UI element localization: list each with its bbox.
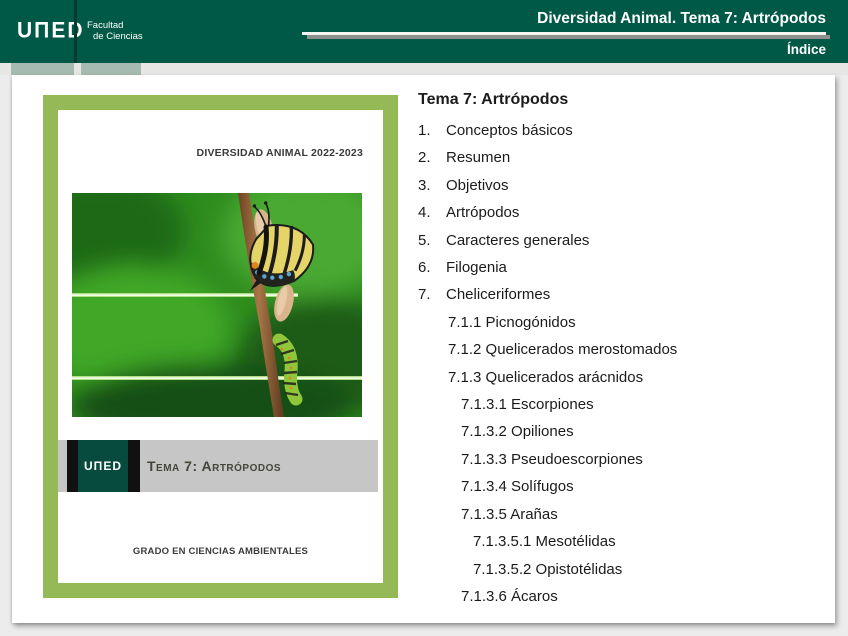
page-label: Índice bbox=[786, 42, 826, 57]
uned-logo-text: UΠED bbox=[83, 459, 122, 473]
toc-item-label: 7.1.2 Quelicerados merostomados bbox=[448, 341, 678, 359]
accent-strip bbox=[0, 63, 848, 75]
cover-title: DIVERSIDAD ANIMAL 2022-2023 bbox=[196, 147, 363, 159]
toc-item-label: 7.1.1 Picnogónidos bbox=[448, 313, 576, 331]
toc-item-number: 5. bbox=[418, 231, 431, 249]
toc-item-label: Objetivos bbox=[446, 176, 509, 194]
toc-item-number: 1. bbox=[418, 122, 431, 139]
header-bar: UΠED Facultad de Ciencias Diversidad Ani… bbox=[0, 0, 848, 63]
toc-item-number: 2. bbox=[418, 149, 431, 167]
toc-item-label: 7.1.3.5.1 Mesotélidas bbox=[473, 533, 616, 551]
cover-thumbnail: DIVERSIDAD ANIMAL 2022-2023 UΠED Tema 7:… bbox=[43, 95, 398, 598]
toc-item-label: 7.1.3.4 Solífugos bbox=[461, 478, 574, 496]
toc-item-label: 7.1.3.3 Pseudoescorpiones bbox=[461, 450, 643, 468]
slide-viewer-page: UΠED Facultad de Ciencias Diversidad Ani… bbox=[0, 0, 848, 636]
toc-item: 7. Cheliceriformes bbox=[418, 281, 823, 308]
toc-item-label: 7.1.3.5.2 Opistotélidas bbox=[473, 560, 623, 578]
header-separator bbox=[74, 0, 77, 63]
toc-list: 1. Conceptos básicos 2. Resumen 3. Objetivos 4… bbox=[418, 117, 823, 610]
toc-item: 6. Filogenia bbox=[418, 254, 823, 281]
toc-item-label: Filogenia bbox=[446, 259, 507, 277]
toc-item: 2. Resumen bbox=[418, 144, 823, 171]
butterfly-photo bbox=[72, 193, 362, 417]
toc-item: 7.1.2 Quelicerados merostomados bbox=[418, 336, 823, 363]
faculty-name: Facultad de Ciencias bbox=[87, 20, 143, 42]
course-title: Diversidad Animal. Tema 7: Artrópodos bbox=[537, 10, 826, 27]
toc-item-number: 4. bbox=[418, 204, 431, 222]
toc-item: 7.1.3.2 Opiliones bbox=[418, 418, 823, 445]
accent-strip-segment bbox=[81, 63, 141, 75]
slide-canvas: DIVERSIDAD ANIMAL 2022-2023 UΠED Tema 7:… bbox=[12, 75, 835, 623]
toc-item-label: 7.1.3.5 Arañas bbox=[461, 505, 558, 523]
toc-item: 7.1.3.1 Escorpiones bbox=[418, 391, 823, 418]
toc-item-number: 3. bbox=[418, 176, 431, 194]
cover-band: UΠED Tema 7: Artrópodos bbox=[58, 440, 378, 492]
toc-item-label: 7.1.3.1 Escorpiones bbox=[461, 396, 594, 414]
toc-item: 1. Conceptos básicos bbox=[418, 117, 823, 144]
toc-item: 7.1.3.6 Ácaros bbox=[418, 583, 823, 610]
toc-item-label: Caracteres generales bbox=[446, 231, 590, 249]
toc-item: 7.1.1 Picnogónidos bbox=[418, 309, 823, 336]
toc-item: 7.1.3 Quelicerados arácnidos bbox=[418, 364, 823, 391]
toc-item-number: 6. bbox=[418, 259, 431, 277]
toc-item: 7.1.3.3 Pseudoescorpiones bbox=[418, 446, 823, 473]
toc-item-label: Conceptos básicos bbox=[446, 122, 573, 139]
toc-item: 7.1.3.4 Solífugos bbox=[418, 473, 823, 500]
toc-item: 7.1.3.5.1 Mesotélidas bbox=[418, 528, 823, 555]
toc-item-label: 7.1.3 Quelicerados arácnidos bbox=[448, 368, 644, 386]
divider-line-gray bbox=[307, 35, 830, 39]
accent-strip-segment bbox=[11, 63, 74, 75]
cover-footer: GRADO EN CIENCIAS AMBIENTALES bbox=[132, 546, 309, 557]
toc-heading: Tema 7: Artrópodos bbox=[418, 91, 569, 108]
toc-item-label: Cheliceriformes bbox=[446, 286, 551, 304]
faculty-line1: Facultad bbox=[87, 20, 124, 31]
faculty-line2: de Ciencias bbox=[93, 30, 143, 42]
toc-item-label: Resumen bbox=[446, 149, 511, 167]
toc-item-label: 7.1.3.2 Opiliones bbox=[461, 423, 574, 441]
table-of-contents: Tema 7: Artrópodos 1. Conceptos básicos 2.… bbox=[418, 89, 823, 610]
uned-logo-icon: UΠED bbox=[78, 440, 128, 492]
toc-item-label: Artrópodos bbox=[446, 204, 520, 222]
toc-item-number: 7. bbox=[418, 286, 431, 304]
toc-item: 3. Objetivos bbox=[418, 172, 823, 199]
toc-item: 7.1.3.5.2 Opistotélidas bbox=[418, 556, 823, 583]
toc-item: 7.1.3.5 Arañas bbox=[418, 501, 823, 528]
toc-item-label: 7.1.3.6 Ácaros bbox=[461, 587, 558, 605]
toc-item: 5. Caracteres generales bbox=[418, 227, 823, 254]
toc-item: 4. Artrópodos bbox=[418, 199, 823, 226]
uned-logo-box: UΠED bbox=[67, 440, 140, 492]
cover-band-title: Tema 7: Artrópodos bbox=[147, 458, 282, 474]
